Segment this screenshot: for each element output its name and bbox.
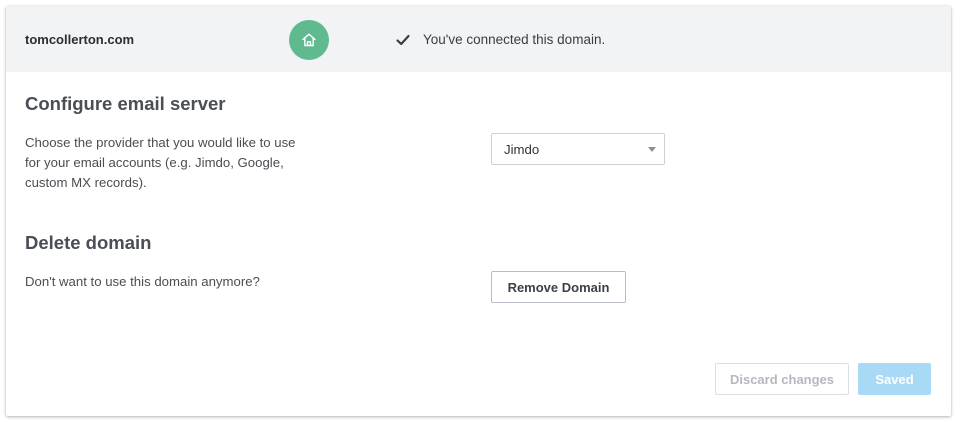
connection-status-text: You've connected this domain.: [423, 32, 606, 47]
description-line: for your email accounts (e.g. Jimdo, Goo…: [25, 155, 284, 170]
home-icon: [302, 33, 316, 47]
description-line: custom MX records).: [25, 175, 147, 190]
domain-name: tomcollerton.com: [25, 32, 135, 47]
domain-header: tomcollerton.com You've connected this d…: [6, 6, 951, 72]
chevron-down-icon: [648, 147, 656, 152]
domain-settings-card: tomcollerton.com You've connected this d…: [6, 6, 951, 416]
email-provider-select[interactable]: Jimdo: [491, 133, 665, 165]
saved-button[interactable]: Saved: [858, 363, 931, 395]
delete-domain-title: Delete domain: [25, 232, 152, 253]
check-icon: [396, 34, 410, 46]
delete-domain-description: Don't want to use this domain anymore?: [25, 274, 260, 289]
home-badge: [289, 20, 329, 60]
email-server-title: Configure email server: [25, 93, 226, 114]
remove-domain-button[interactable]: Remove Domain: [491, 271, 626, 303]
email-provider-value: Jimdo: [504, 142, 540, 157]
description-line: Choose the provider that you would like …: [25, 135, 296, 150]
email-server-description: Choose the provider that you would like …: [25, 133, 296, 193]
discard-changes-button[interactable]: Discard changes: [715, 363, 849, 395]
